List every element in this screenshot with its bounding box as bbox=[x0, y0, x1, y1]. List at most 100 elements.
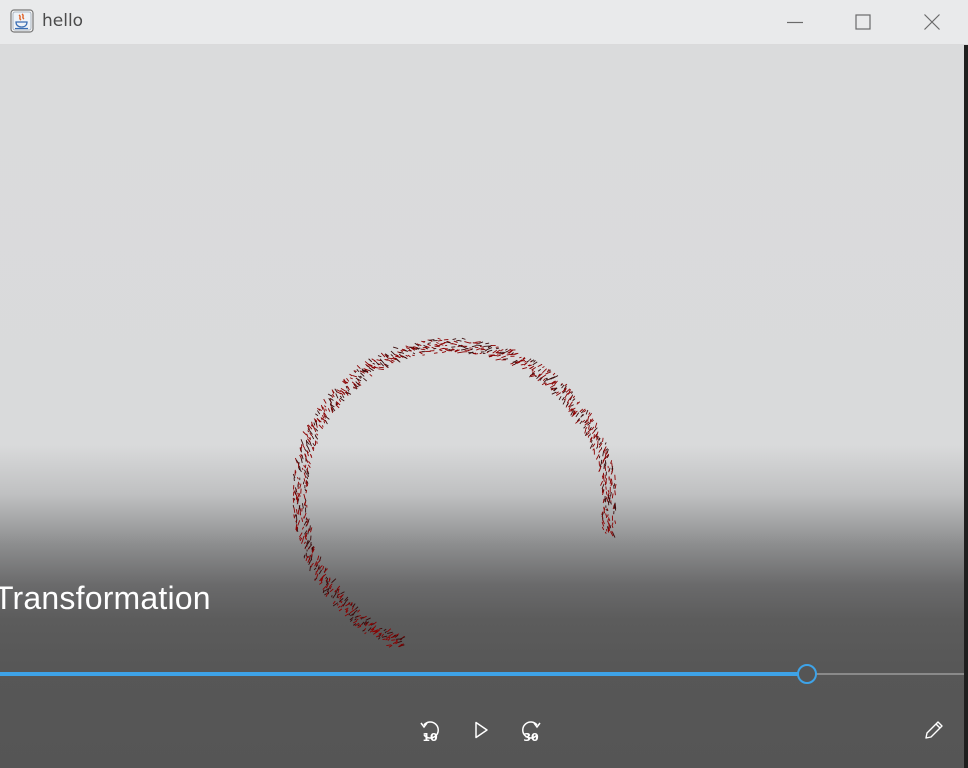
arc-stroke-mark bbox=[301, 517, 304, 522]
edit-button[interactable] bbox=[918, 714, 950, 746]
arc-stroke-mark bbox=[301, 526, 305, 530]
forward-seconds: 30 bbox=[523, 731, 539, 744]
arc-stroke-mark bbox=[344, 381, 349, 384]
arc-stroke-mark bbox=[428, 339, 435, 341]
arc-stroke-mark bbox=[384, 631, 387, 634]
arc-stroke-mark bbox=[443, 338, 449, 341]
play-button[interactable] bbox=[465, 714, 497, 746]
arc-stroke-mark bbox=[610, 482, 613, 487]
arc-stroke-mark bbox=[470, 348, 474, 351]
arc-stroke-mark bbox=[614, 483, 617, 489]
arc-stroke-mark bbox=[353, 609, 358, 614]
arc-stroke-mark bbox=[339, 397, 345, 402]
arc-stroke-mark bbox=[310, 542, 312, 545]
arc-stroke-mark bbox=[311, 435, 315, 440]
arc-stroke-mark bbox=[356, 618, 359, 621]
arc-stroke-mark bbox=[348, 612, 351, 616]
arc-stroke-mark bbox=[572, 395, 576, 399]
arc-stroke-mark bbox=[500, 349, 504, 352]
arc-stroke-mark bbox=[505, 350, 509, 353]
arc-stroke-mark bbox=[564, 383, 568, 387]
arc-stroke-mark bbox=[593, 434, 595, 439]
arc-stroke-mark bbox=[537, 363, 543, 368]
arc-stroke-mark bbox=[381, 635, 388, 638]
arc-stroke-mark bbox=[296, 476, 299, 480]
arc-stroke-mark bbox=[542, 368, 547, 374]
arc-stroke-mark bbox=[611, 524, 614, 529]
arc-stroke-mark bbox=[485, 342, 490, 345]
arc-stroke-mark bbox=[610, 491, 612, 497]
arc-stroke-mark bbox=[319, 581, 323, 585]
arc-stroke-mark bbox=[299, 536, 301, 540]
arc-stroke-mark bbox=[369, 373, 373, 377]
arc-stroke-mark bbox=[383, 628, 387, 632]
arc-stroke-mark bbox=[349, 373, 353, 377]
arc-stroke-mark bbox=[325, 408, 327, 412]
arc-stroke-mark bbox=[526, 360, 530, 363]
arc-stroke-mark bbox=[579, 420, 583, 425]
arc-stroke-mark bbox=[396, 359, 401, 363]
arc-stroke-mark bbox=[542, 366, 545, 369]
rewind-button[interactable]: 10 bbox=[414, 714, 446, 746]
arc-stroke-mark bbox=[442, 348, 449, 350]
animated-arc-stroke bbox=[292, 337, 617, 648]
arc-stroke-mark bbox=[427, 342, 432, 344]
arc-stroke-mark bbox=[356, 369, 360, 373]
arc-stroke-mark bbox=[324, 415, 330, 420]
arc-stroke-mark bbox=[301, 541, 303, 544]
arc-stroke-mark bbox=[292, 497, 295, 503]
arc-stroke-mark bbox=[308, 461, 311, 465]
arc-stroke-mark bbox=[309, 453, 312, 457]
arc-stroke-mark bbox=[339, 395, 343, 399]
arc-stroke-mark bbox=[301, 454, 304, 460]
arc-stroke-mark bbox=[495, 358, 502, 361]
arc-stroke-mark bbox=[395, 355, 401, 358]
arc-stroke-mark bbox=[561, 384, 565, 389]
arc-stroke-mark bbox=[305, 517, 308, 520]
arc-stroke-mark bbox=[612, 532, 616, 538]
arc-stroke-mark bbox=[307, 544, 313, 550]
arc-stroke-mark bbox=[300, 453, 303, 457]
arc-stroke-mark bbox=[433, 352, 438, 354]
arc-stroke-mark bbox=[405, 345, 409, 348]
arc-stroke-mark bbox=[353, 620, 358, 624]
arc-stroke-mark bbox=[529, 358, 532, 361]
arc-stroke-mark bbox=[457, 351, 464, 354]
arc-stroke-mark bbox=[591, 426, 595, 431]
arc-stroke-mark bbox=[340, 601, 343, 604]
arc-stroke-mark bbox=[558, 396, 562, 401]
seek-thumb[interactable] bbox=[796, 664, 817, 684]
arc-stroke-mark bbox=[563, 398, 567, 401]
arc-stroke-mark bbox=[579, 408, 584, 413]
arc-stroke-mark bbox=[564, 392, 568, 399]
arc-stroke-mark bbox=[519, 356, 522, 359]
arc-stroke-mark bbox=[602, 451, 604, 457]
arc-stroke-mark bbox=[386, 644, 392, 647]
arc-stroke-mark bbox=[604, 442, 607, 445]
arc-stroke-mark bbox=[324, 592, 327, 596]
arc-stroke-mark bbox=[322, 425, 324, 428]
arc-stroke-mark bbox=[332, 393, 335, 398]
arc-stroke-mark bbox=[299, 483, 302, 489]
arc-stroke-mark bbox=[299, 532, 303, 538]
arc-stroke-mark bbox=[389, 633, 394, 637]
seek-bar[interactable] bbox=[0, 664, 964, 684]
arc-stroke-mark bbox=[510, 362, 514, 365]
arc-stroke-mark bbox=[331, 578, 337, 584]
arc-stroke-mark bbox=[587, 415, 590, 422]
arc-stroke-mark bbox=[293, 497, 296, 501]
arc-stroke-mark bbox=[487, 349, 493, 353]
arc-stroke-mark bbox=[589, 433, 591, 437]
arc-stroke-mark bbox=[611, 469, 614, 473]
arc-stroke-mark bbox=[392, 346, 399, 349]
arc-stroke-mark bbox=[550, 384, 556, 388]
arc-stroke-mark bbox=[412, 352, 416, 355]
arc-stroke-mark bbox=[316, 441, 318, 444]
forward-button[interactable]: 30 bbox=[515, 714, 547, 746]
arc-stroke-mark bbox=[363, 377, 368, 382]
arc-stroke-mark bbox=[365, 617, 371, 621]
arc-stroke-mark bbox=[335, 404, 340, 409]
arc-stroke-mark bbox=[572, 398, 576, 402]
arc-stroke-mark bbox=[524, 360, 527, 363]
arc-stroke-mark bbox=[337, 605, 341, 609]
